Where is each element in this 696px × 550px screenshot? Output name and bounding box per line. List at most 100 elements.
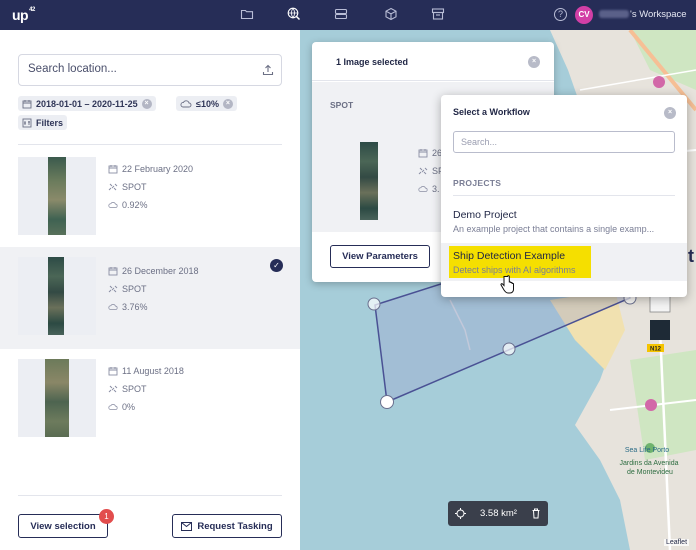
- globe-search-icon[interactable]: [287, 7, 301, 21]
- result-sensor: SPOT: [108, 284, 147, 294]
- attribution[interactable]: Leaflet: [664, 539, 690, 546]
- cloud-filter-chip[interactable]: ≤10% ×: [176, 96, 237, 111]
- poi-marker[interactable]: [645, 399, 657, 411]
- poi-label-jardins-line1: Jardins da Avenida: [620, 460, 679, 467]
- cloud-icon: [418, 185, 428, 192]
- result-sensor: SPOT: [108, 182, 147, 192]
- result-thumbnail: [18, 157, 96, 235]
- road-badge-label: N12: [650, 347, 662, 353]
- result-sensor: SPOT: [108, 384, 147, 394]
- storage-icon[interactable]: [431, 7, 445, 21]
- result-cloud: 3.76%: [108, 302, 148, 312]
- poi-label-sea-life: Sea Life Porto: [625, 447, 669, 454]
- calendar-icon: [108, 367, 118, 376]
- search-input[interactable]: [28, 63, 248, 75]
- poi-marker[interactable]: [653, 76, 665, 88]
- server-icon[interactable]: [334, 7, 348, 21]
- selection-count-badge: 1: [99, 509, 114, 524]
- cloud-filter-label: ≤10%: [196, 98, 219, 109]
- upload-icon[interactable]: [262, 64, 274, 76]
- redacted-name: [599, 10, 629, 18]
- location-search[interactable]: [18, 54, 282, 86]
- view-selection-button[interactable]: View selection: [18, 514, 108, 538]
- result-item-selected[interactable]: 26 December 2018 SPOT 3.76% ✓: [0, 247, 300, 349]
- avatar[interactable]: CV: [575, 6, 593, 24]
- app-logo[interactable]: up42: [12, 7, 35, 23]
- workflow-search-input[interactable]: [461, 137, 661, 147]
- workflow-search[interactable]: [453, 131, 675, 153]
- view-parameters-button[interactable]: View Parameters: [330, 245, 430, 268]
- calendar-icon: [22, 99, 32, 108]
- project-name: Ship Detection Example: [453, 250, 566, 262]
- mail-icon: [181, 521, 193, 531]
- sensor-label: SPOT: [330, 100, 354, 110]
- selection-title: 1 Image selected: [336, 57, 409, 67]
- remove-cloud-filter-icon[interactable]: ×: [222, 98, 233, 109]
- satellite-strip: [45, 359, 69, 437]
- result-item[interactable]: 22 February 2020 SPOT 0.92%: [0, 147, 300, 249]
- image-date: 26: [418, 148, 442, 158]
- divider: [312, 80, 554, 81]
- close-icon[interactable]: ×: [528, 56, 540, 68]
- result-thumbnail: [18, 359, 96, 437]
- calendar-icon: [418, 149, 428, 158]
- satellite-icon: [108, 385, 118, 393]
- filters-button[interactable]: Filters: [18, 115, 68, 130]
- satellite-strip: [48, 257, 64, 335]
- workflow-popup: Select a Workflow × PROJECTS Demo Projec…: [441, 95, 687, 297]
- divider: [453, 195, 675, 196]
- result-cloud: 0.92%: [108, 200, 148, 210]
- cloud-icon: [108, 303, 118, 310]
- satellite-strip: [48, 157, 66, 235]
- sliders-icon: [22, 118, 32, 127]
- result-date: 22 February 2020: [108, 164, 193, 174]
- date-filter-label: 2018-01-01 – 2020-11-25: [36, 98, 138, 109]
- satellite-icon: [108, 183, 118, 191]
- result-date: 26 December 2018: [108, 266, 199, 276]
- hand-cursor-icon: [500, 275, 514, 294]
- polygon-midpoint-handle[interactable]: [502, 342, 516, 356]
- image-thumbnail: [360, 142, 378, 220]
- top-bar: up42 ? CV 's Workspace: [0, 0, 696, 30]
- locate-icon[interactable]: [455, 508, 466, 519]
- workspace-selector[interactable]: 's Workspace: [599, 9, 687, 20]
- image-cloud: 3.: [418, 184, 440, 194]
- help-icon[interactable]: ?: [554, 8, 567, 21]
- project-item-demo[interactable]: Demo Project An example project that con…: [441, 203, 687, 241]
- cloud-icon: [108, 403, 118, 410]
- search-panel: 2018-01-01 – 2020-11-25 × ≤10% × Filters…: [0, 30, 300, 550]
- date-filter-chip[interactable]: 2018-01-01 – 2020-11-25 ×: [18, 96, 156, 111]
- folder-icon[interactable]: [240, 7, 254, 21]
- result-item[interactable]: 11 August 2018 SPOT 0%: [0, 349, 300, 451]
- section-label: PROJECTS: [453, 178, 502, 188]
- satellite-icon: [418, 167, 428, 175]
- measure-bar: 3.58 km²: [448, 501, 548, 526]
- cloud-icon: [180, 99, 192, 107]
- selected-check-icon[interactable]: ✓: [270, 259, 283, 272]
- cube-icon[interactable]: [384, 7, 398, 21]
- polygon-midpoint-handle[interactable]: [367, 297, 381, 311]
- poi-label-jardins-line2: de Montevideu: [627, 469, 673, 476]
- calendar-icon: [108, 267, 118, 276]
- workflow-title: Select a Workflow: [453, 107, 530, 117]
- result-date: 11 August 2018: [108, 366, 184, 376]
- remove-date-filter-icon[interactable]: ×: [141, 98, 152, 109]
- project-name: Demo Project: [453, 209, 517, 221]
- project-description: An example project that contains a singl…: [453, 224, 655, 234]
- trash-icon[interactable]: [531, 508, 541, 519]
- project-description: Detect ships with AI algorithms: [453, 265, 576, 275]
- project-item-ship-detection[interactable]: Ship Detection Example Detect ships with…: [441, 243, 687, 281]
- partial-map-label: t: [688, 246, 694, 266]
- divider: [18, 495, 282, 496]
- satellite-icon: [108, 285, 118, 293]
- area-value: 3.58 km²: [480, 508, 517, 519]
- close-icon[interactable]: ×: [664, 107, 676, 119]
- divider: [18, 144, 282, 145]
- request-tasking-button[interactable]: Request Tasking: [172, 514, 282, 538]
- result-cloud: 0%: [108, 402, 135, 412]
- cloud-icon: [108, 201, 118, 208]
- polygon-vertex-handle[interactable]: [380, 395, 394, 409]
- layer-thumbnail-button[interactable]: [650, 320, 670, 340]
- result-thumbnail: [18, 257, 96, 335]
- calendar-icon: [108, 165, 118, 174]
